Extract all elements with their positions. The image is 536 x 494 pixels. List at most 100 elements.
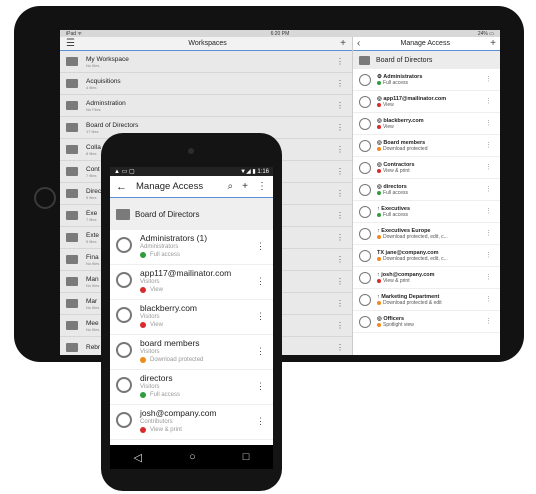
home-button[interactable] <box>34 187 56 209</box>
more-icon[interactable]: ⋮ <box>336 299 344 308</box>
phone-access-row[interactable]: directors Visitors Full access ⋮ <box>110 370 273 405</box>
more-icon[interactable]: ⋮ <box>485 75 492 83</box>
workspace-text: Cont 7 files <box>86 166 100 178</box>
access-row[interactable]: ◎ Board members Download protected ⋮ <box>353 135 500 157</box>
access-perm: Download protected, edit, c... <box>377 234 448 240</box>
more-icon[interactable]: ⋮ <box>485 163 492 171</box>
more-icon[interactable]: ⋮ <box>256 241 265 252</box>
access-perm-label: View & print <box>383 277 410 284</box>
access-row[interactable]: ↑ josh@company.com View & print ⋮ <box>353 267 500 289</box>
add-icon[interactable]: + <box>340 38 346 49</box>
phone-access-row[interactable]: board members Visitors Download protecte… <box>110 335 273 370</box>
group-avatar-icon <box>359 161 371 174</box>
more-icon[interactable]: ⋮ <box>485 185 492 193</box>
phone-access-role: Visitors <box>140 279 160 285</box>
status-dot <box>140 392 146 398</box>
phone-topbar: ← Manage Access ⌕ + ⋮ <box>110 176 273 198</box>
phone-access-name: blackberry.com <box>140 303 197 313</box>
workspace-name: Rebr <box>86 344 101 351</box>
nav-home-icon[interactable]: ○ <box>189 451 196 463</box>
tablet-status-time: 6:20 PM <box>270 30 290 37</box>
phone-access-row[interactable]: josh@company.com Contributors View & pri… <box>110 405 273 440</box>
phone-access-row[interactable]: Administrators (1) Administrators Full a… <box>110 230 273 265</box>
more-icon[interactable]: ⋮ <box>485 295 492 303</box>
more-icon[interactable]: ⋮ <box>485 141 492 149</box>
more-icon[interactable]: ⋮ <box>485 97 492 105</box>
workspace-row[interactable]: Acquisitions 4 files ⋮ <box>60 73 352 95</box>
add-icon[interactable]: + <box>490 38 496 49</box>
workspace-name: Exe <box>86 209 98 217</box>
phone-access-role: Contributors <box>140 419 173 425</box>
more-icon[interactable]: ⋮ <box>256 346 265 357</box>
access-row[interactable]: ↑ Executives Full access ⋮ <box>353 201 500 223</box>
workspace-row[interactable]: My Workspace No files ⋮ <box>60 51 352 73</box>
more-icon[interactable]: ⋮ <box>257 181 267 192</box>
phone-access-row[interactable]: app117@mailinator.com Visitors View ⋮ <box>110 265 273 300</box>
back-arrow-icon[interactable]: ← <box>116 181 127 193</box>
access-perm-label: Download protected, edit, c... <box>383 233 448 240</box>
more-icon[interactable]: ⋮ <box>336 233 344 242</box>
phone-access-perm: View <box>140 287 231 293</box>
phone-access-row[interactable]: blackberry.com Visitors View ⋮ <box>110 300 273 335</box>
more-icon[interactable]: ⋮ <box>336 167 344 176</box>
group-avatar-icon <box>116 237 132 253</box>
more-icon[interactable]: ⋮ <box>336 255 344 264</box>
access-row[interactable]: ◎ app117@mailinator.com View ⋮ <box>353 91 500 113</box>
more-icon[interactable]: ⋮ <box>336 211 344 220</box>
folder-icon <box>66 145 78 154</box>
access-text: ◎ directors Full access <box>377 184 408 196</box>
phone-device: ▲ ▭ ▢ ▼◢ ▮ 1:16 ← Manage Access ⌕ + ⋮ Bo… <box>101 133 282 491</box>
access-text: ↑ Marketing Department Download protecte… <box>377 294 442 306</box>
more-icon[interactable]: ⋮ <box>336 57 344 66</box>
more-icon[interactable]: ⋮ <box>336 189 344 198</box>
nav-recent-icon[interactable]: □ <box>243 451 250 463</box>
access-row[interactable]: ⚙ Administrators Full access ⋮ <box>353 69 500 91</box>
access-text: ↑ Executives Full access <box>377 206 410 218</box>
more-icon[interactable]: ⋮ <box>336 101 344 110</box>
access-row[interactable]: ↑ Executives Europe Download protected, … <box>353 223 500 245</box>
phone-perm-label: View <box>150 322 163 328</box>
more-icon[interactable]: ⋮ <box>485 251 492 259</box>
access-perm-label: Download protected <box>383 145 428 152</box>
more-icon[interactable]: ⋮ <box>336 321 344 330</box>
access-row[interactable]: ◎ blackberry.com View ⋮ <box>353 113 500 135</box>
folder-icon <box>359 55 370 65</box>
search-icon[interactable]: ⌕ <box>228 181 234 192</box>
access-perm: Download protected, edit, c... <box>377 256 448 262</box>
add-icon[interactable]: + <box>242 181 248 192</box>
access-row[interactable]: ↑ Marketing Department Download protecte… <box>353 289 500 311</box>
more-icon[interactable]: ⋮ <box>485 119 492 127</box>
access-row[interactable]: ◎ directors Full access ⋮ <box>353 179 500 201</box>
workspace-row[interactable]: Adminstration No Files ⋮ <box>60 95 352 117</box>
workspace-text: Board of Directors 17 files <box>86 122 138 134</box>
more-icon[interactable]: ⋮ <box>485 317 492 325</box>
phone-access-text: josh@company.com Contributors View & pri… <box>140 408 217 433</box>
more-icon[interactable]: ⋮ <box>336 343 344 352</box>
access-row[interactable]: TX jane@company.com Download protected, … <box>353 245 500 267</box>
more-icon[interactable]: ⋮ <box>256 416 265 427</box>
tablet-status-bar: iPad ᯤ 6:20 PM 24% ▭ <box>60 30 500 37</box>
menu-icon[interactable]: ☰ <box>66 38 75 49</box>
back-icon[interactable]: ‹ <box>357 38 360 49</box>
more-icon[interactable]: ⋮ <box>336 79 344 88</box>
phone-access-text: Administrators (1) Administrators Full a… <box>140 233 207 258</box>
more-icon[interactable]: ⋮ <box>336 277 344 286</box>
access-text: ↑ josh@company.com View & print <box>377 272 435 284</box>
access-row[interactable]: ◎ Contractors View & print ⋮ <box>353 157 500 179</box>
more-icon[interactable]: ⋮ <box>485 229 492 237</box>
access-text: ◎ Contractors View & print <box>377 162 415 174</box>
more-icon[interactable]: ⋮ <box>485 273 492 281</box>
more-icon[interactable]: ⋮ <box>256 311 265 322</box>
more-icon[interactable]: ⋮ <box>336 123 344 132</box>
more-icon[interactable]: ⋮ <box>256 276 265 287</box>
more-icon[interactable]: ⋮ <box>485 207 492 215</box>
access-row[interactable]: ◎ Officers Spotlight view ⋮ <box>353 311 500 333</box>
workspace-name: My Workspace <box>86 55 129 63</box>
phone-access-name: board members <box>140 338 200 348</box>
more-icon[interactable]: ⋮ <box>336 145 344 154</box>
group-avatar-icon <box>359 249 371 262</box>
nav-back-icon[interactable]: ◁ <box>134 451 142 464</box>
more-icon[interactable]: ⋮ <box>256 381 265 392</box>
manage-access-title: Manage Access <box>400 40 450 47</box>
phone-access-role: Visitors <box>140 314 160 320</box>
